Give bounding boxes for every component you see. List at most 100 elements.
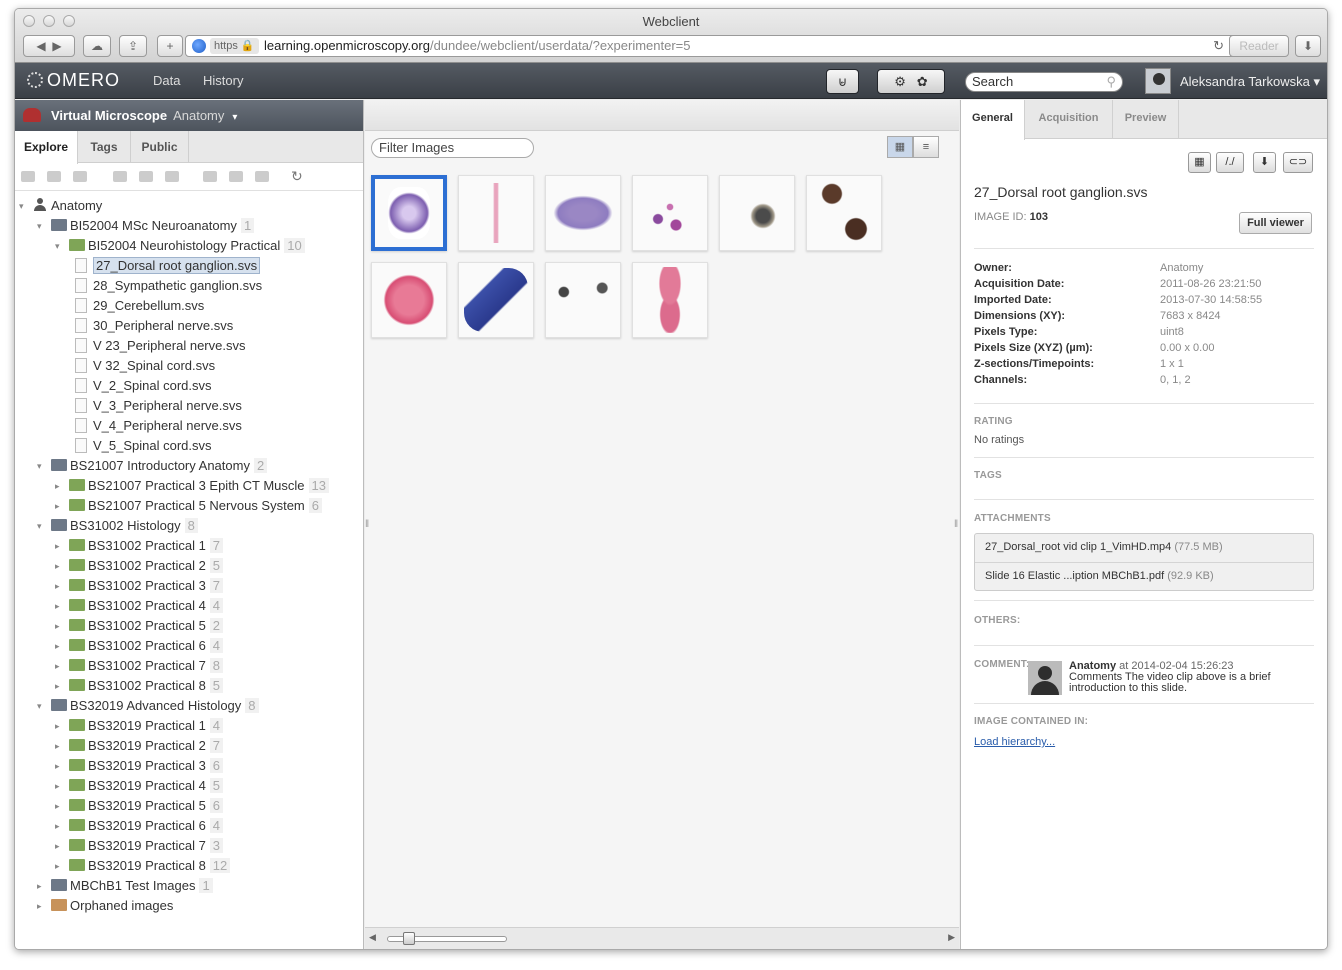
url-text[interactable]: learning.openmicroscopy.org/dundee/webcl… [264,36,691,56]
splitter-handle-left[interactable]: ‖ [365,519,369,530]
tree-dataset-item[interactable]: ▸ BS32019 Practical 64 [55,817,224,835]
splitter-handle-right[interactable]: ‖ [954,519,958,530]
tree-dataset-item[interactable]: ▾ BI52004 Neurohistology Practical 10 [55,237,305,255]
tree-dataset-item[interactable]: ▸ BS21007 Practical 3 Epith CT Muscle 13 [55,477,329,495]
chevron-right-icon[interactable]: ▸ [55,477,60,495]
chevron-right-icon[interactable]: ▸ [55,777,60,795]
forward-icon[interactable]: ▶ [52,39,61,53]
tree-image-item[interactable]: V 23_Peripheral nerve.svs [75,337,245,355]
paste-icon[interactable] [165,171,179,182]
tree-dataset-item[interactable]: ▸ BS32019 Practical 56 [55,797,224,815]
chevron-right-icon[interactable]: ▸ [55,497,60,515]
chevron-right-icon[interactable]: ▸ [55,617,60,635]
tree-dataset-item[interactable]: ▸ BS31002 Practical 85 [55,677,224,695]
tree-dataset-item[interactable]: ▸ BS32019 Practical 8 12 [55,857,231,875]
open-with-button[interactable]: ▦ [1188,152,1211,173]
new-project-icon[interactable] [21,171,35,182]
back-icon[interactable]: ◀ [36,39,45,53]
chevron-right-icon[interactable]: ▸ [55,677,60,695]
chevron-right-icon[interactable]: ▸ [55,597,60,615]
new-tab-button[interactable]: + [157,35,183,57]
link-button[interactable]: ⊂⊃ [1283,152,1313,173]
chevron-right-icon[interactable]: ▸ [55,717,60,735]
chevron-right-icon[interactable]: ▸ [55,557,60,575]
user-menu[interactable]: Aleksandra Tarkowska ▾ [1180,74,1320,90]
chevron-right-icon[interactable]: ▸ [55,837,60,855]
refresh-icon[interactable]: ↻ [291,168,303,185]
nav-data[interactable]: Data [153,73,180,88]
group-selector[interactable]: Virtual Microscope Anatomy ▾ [15,100,363,131]
delete-icon[interactable] [229,171,243,182]
tree-image-item[interactable]: V 32_Spinal cord.svs [75,357,215,375]
chevron-right-icon[interactable]: ▸ [37,877,42,895]
comment-label[interactable]: COMMENT: [974,659,1029,670]
new-screen-icon[interactable] [73,171,87,182]
full-viewer-button[interactable]: Full viewer [1239,212,1312,234]
chevron-down-icon[interactable]: ▾ [19,197,24,215]
global-search-input[interactable]: Search ⚲ [965,72,1123,92]
tree-image-item[interactable]: V_4_Peripheral nerve.svs [75,417,242,435]
tree-dataset-item[interactable]: ▸ BS31002 Practical 37 [55,577,224,595]
image-thumbnail[interactable] [371,262,447,338]
chevron-down-icon[interactable]: ▾ [37,217,42,235]
image-thumbnail[interactable] [371,175,447,251]
tab-explore[interactable]: Explore [15,131,78,164]
zoom-slider-handle[interactable] [403,932,415,945]
tree-dataset-item[interactable]: ▸ BS32019 Practical 14 [55,717,224,735]
attachments-label[interactable]: ATTACHMENTS [974,513,1051,524]
tree-dataset-item[interactable]: ▸ BS32019 Practical 27 [55,737,224,755]
tree-image-item[interactable]: 27_Dorsal root ganglion.svs [75,257,261,275]
chevron-right-icon[interactable]: ▸ [55,817,60,835]
user-avatar[interactable] [1145,68,1171,94]
image-thumbnail[interactable] [545,175,621,251]
nav-history[interactable]: History [203,73,243,88]
omero-logo[interactable]: OMERO [27,70,120,91]
tab-tags[interactable]: Tags [78,131,131,163]
chgrp-icon[interactable] [255,171,269,182]
chevron-down-icon[interactable]: ▾ [37,457,42,475]
chevron-right-icon[interactable]: ▸ [55,797,60,815]
tree-project-item[interactable]: ▾ BS31002 Histology 8 [37,517,198,535]
reload-icon[interactable]: ↻ [1213,36,1224,56]
chevron-down-icon[interactable]: ▾ [37,517,42,535]
rating-value[interactable]: No ratings [974,434,1024,446]
tab-preview[interactable]: Preview [1113,100,1179,139]
new-dataset-icon[interactable] [47,171,61,182]
chevron-down-icon[interactable]: ▾ [55,237,60,255]
reader-button[interactable]: Reader [1229,35,1289,57]
chevron-right-icon[interactable]: ▸ [37,897,42,915]
image-thumbnail[interactable] [458,262,534,338]
tree-project-item[interactable]: ▸ MBChB1 Test Images 1 [37,877,213,895]
tree-image-item[interactable]: V_5_Spinal cord.svs [75,437,212,455]
download-button[interactable]: ⬇ [1253,152,1276,173]
chevron-right-icon[interactable]: ▸ [55,537,60,555]
basket-button[interactable]: ⊌ [826,69,859,94]
chevron-right-icon[interactable]: ▸ [55,637,60,655]
tree-dataset-item[interactable]: ▸ BS31002 Practical 64 [55,637,224,655]
image-thumbnail[interactable] [632,262,708,338]
chevron-right-icon[interactable]: ▸ [55,657,60,675]
tree-project-item[interactable]: ▾ BI52004 MSc Neuroanatomy 1 [37,217,255,235]
tree-image-item[interactable]: 30_Peripheral nerve.svs [75,317,233,335]
tree-dataset-item[interactable]: ▸ BS31002 Practical 78 [55,657,224,675]
chevron-right-icon[interactable]: ▸ [55,757,60,775]
tree-image-item[interactable]: V_2_Spinal cord.svs [75,377,212,395]
roi-button[interactable]: /./ [1216,152,1244,173]
scripts-button[interactable]: ⚙ ✿ [877,69,945,94]
downloads-button[interactable]: ⬇ [1295,35,1321,57]
filter-images-input[interactable]: Filter Images [371,138,534,158]
load-hierarchy-link[interactable]: Load hierarchy... [974,736,1055,748]
tree-project-item[interactable]: ▾ BS32019 Advanced Histology 8 [37,697,259,715]
chevron-right-icon[interactable]: ▸ [55,737,60,755]
image-thumbnail[interactable] [545,262,621,338]
tree-dataset-item[interactable]: ▸ BS32019 Practical 36 [55,757,224,775]
image-thumbnail[interactable] [806,175,882,251]
tree-dataset-item[interactable]: ▸ BS31002 Practical 44 [55,597,224,615]
list-view-button[interactable]: ≡ [913,136,939,158]
image-thumbnail[interactable] [458,175,534,251]
tree-image-item[interactable]: 29_Cerebellum.svs [75,297,204,315]
chevron-right-icon[interactable]: ▸ [55,857,60,875]
tree-dataset-item[interactable]: ▸ BS31002 Practical 52 [55,617,224,635]
tree-dataset-item[interactable]: ▸ BS31002 Practical 25 [55,557,224,575]
chevron-right-icon[interactable]: ▸ [55,577,60,595]
